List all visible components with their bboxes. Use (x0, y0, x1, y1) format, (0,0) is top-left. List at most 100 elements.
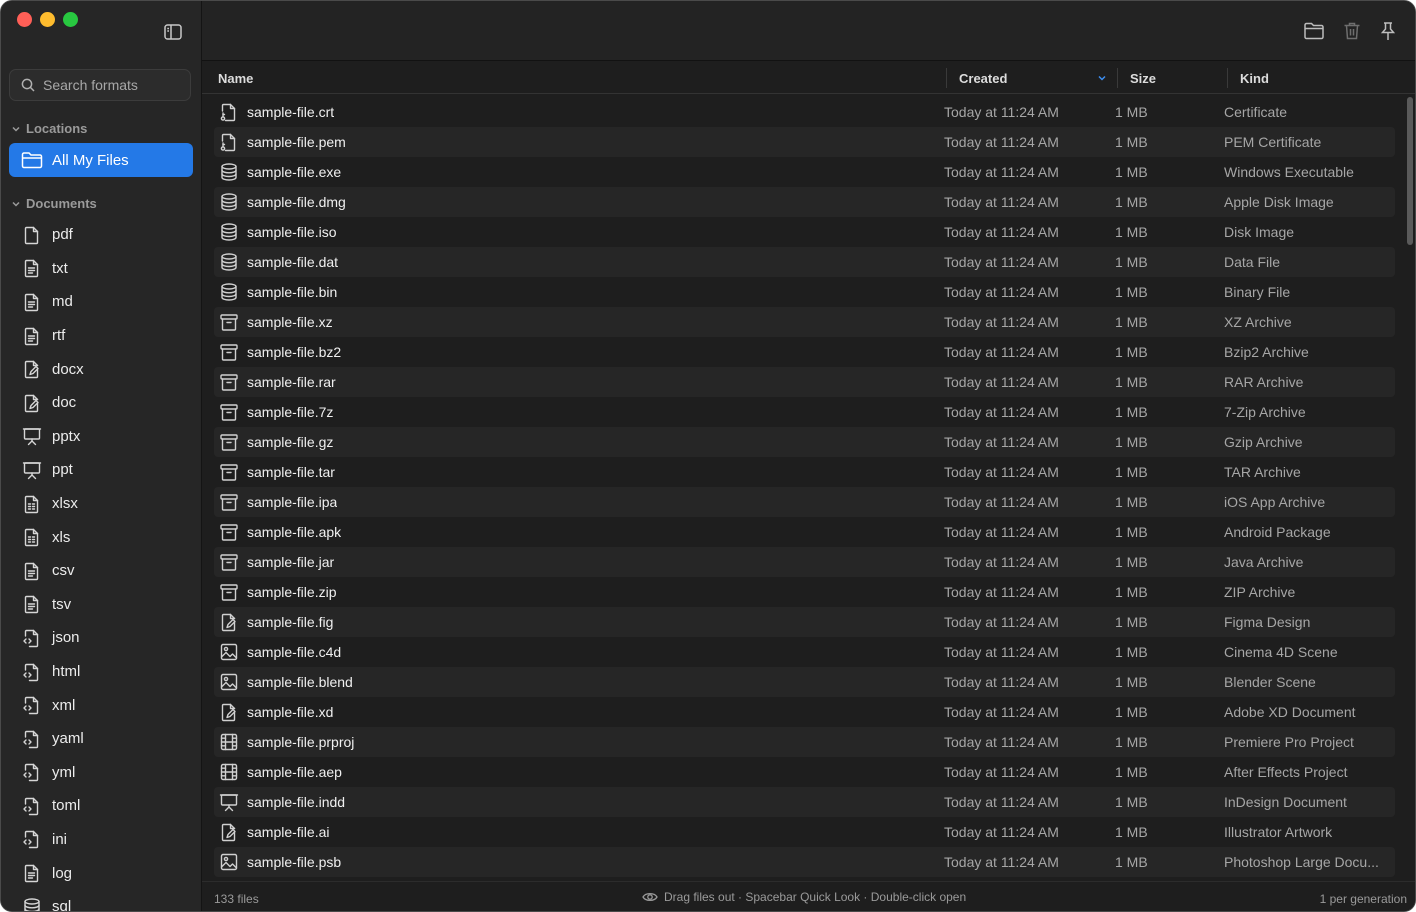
column-header-bar: Name Created Size Kind (202, 61, 1415, 94)
file-type-icon (219, 642, 239, 665)
file-row[interactable]: sample-file.exe Today at 11:24 AM 1 MB Wind… (214, 157, 1395, 187)
file-kind: After Effects Project (1224, 764, 1348, 780)
file-row[interactable]: sample-file.zip Today at 11:24 AM 1 MB ZIP … (214, 577, 1395, 607)
file-kind: Java Archive (1224, 554, 1304, 570)
file-kind: TAR Archive (1224, 464, 1301, 480)
file-row[interactable]: sample-file.gz Today at 11:24 AM 1 MB Gzip … (214, 427, 1395, 457)
sidebar-toggle-icon[interactable] (163, 22, 183, 42)
file-row[interactable]: sample-file.ai Today at 11:24 AM 1 MB Illus… (214, 817, 1395, 847)
file-name: sample-file.7z (247, 404, 334, 420)
pin-icon[interactable] (1377, 20, 1399, 42)
file-row[interactable]: sample-file.psb Today at 11:24 AM 1 MB Phot… (214, 847, 1395, 877)
file-row[interactable]: sample-file.iso Today at 11:24 AM 1 MB Disk… (214, 217, 1395, 247)
file-row[interactable]: sample-file.jar Today at 11:24 AM 1 MB Java… (214, 547, 1395, 577)
file-row[interactable]: sample-file.blend Today at 11:24 AM 1 MB Bl… (214, 667, 1395, 697)
file-name: sample-file.ipa (247, 494, 338, 510)
file-created: Today at 11:24 AM (944, 434, 1059, 450)
column-divider[interactable] (1227, 68, 1228, 88)
archive-icon (220, 344, 238, 361)
file-row[interactable]: sample-file.bin Today at 11:24 AM 1 MB Bina… (214, 277, 1395, 307)
sidebar-item-txt[interactable]: txt (1, 252, 201, 286)
file-row[interactable]: sample-file.prproj Today at 11:24 AM 1 MB P… (214, 727, 1395, 757)
file-created: Today at 11:24 AM (944, 584, 1059, 600)
sidebar-item-ppt[interactable]: ppt (1, 453, 201, 487)
sidebar-item-toml[interactable]: toml (1, 789, 201, 823)
sidebar-item-tsv[interactable]: tsv (1, 588, 201, 622)
doc-code-icon (23, 831, 39, 849)
sidebar-item-docx[interactable]: docx (1, 352, 201, 386)
sidebar-item-md[interactable]: md (1, 285, 201, 319)
file-kind: Blender Scene (1224, 674, 1316, 690)
sidebar-item-xls[interactable]: xls (1, 520, 201, 554)
file-kind: ZIP Archive (1224, 584, 1296, 600)
file-row[interactable]: sample-file.xd Today at 11:24 AM 1 MB Adobe… (214, 697, 1395, 727)
sort-chevron-down-icon[interactable] (1097, 74, 1107, 82)
file-row[interactable]: sample-file.indd Today at 11:24 AM 1 MB InD… (214, 787, 1395, 817)
doc-text-icon (24, 327, 39, 345)
sidebar-item-xml[interactable]: xml (1, 688, 201, 722)
vertical-scrollbar[interactable] (1407, 97, 1413, 245)
file-created: Today at 11:24 AM (944, 164, 1059, 180)
sidebar-item-yaml[interactable]: yaml (1, 722, 201, 756)
file-row[interactable]: sample-file.ipa Today at 11:24 AM 1 MB iOS … (214, 487, 1395, 517)
sidebar-item-pptx[interactable]: pptx (1, 420, 201, 454)
file-created: Today at 11:24 AM (944, 854, 1059, 870)
column-header-size[interactable]: Size (1130, 71, 1156, 86)
column-divider[interactable] (946, 68, 947, 88)
file-size: 1 MB (1115, 734, 1148, 750)
file-row[interactable]: sample-file.rar Today at 11:24 AM 1 MB RAR … (214, 367, 1395, 397)
sidebar-item-label: sql (52, 898, 72, 911)
sidebar-item-csv[interactable]: csv (1, 554, 201, 588)
column-header-kind[interactable]: Kind (1240, 71, 1269, 86)
file-created: Today at 11:24 AM (944, 524, 1059, 540)
file-kind: Android Package (1224, 524, 1331, 540)
sidebar-item-xlsx[interactable]: xlsx (1, 487, 201, 521)
close-window-button[interactable] (17, 12, 32, 27)
file-row[interactable]: sample-file.bz2 Today at 11:24 AM 1 MB Bzip… (214, 337, 1395, 367)
documents-section-header[interactable]: Documents (11, 196, 97, 211)
file-created: Today at 11:24 AM (944, 374, 1059, 390)
sidebar-item-sql[interactable]: sql (1, 890, 201, 911)
trash-icon[interactable] (1341, 20, 1363, 42)
column-divider[interactable] (1117, 68, 1118, 88)
search-input[interactable] (41, 76, 185, 94)
column-header-created[interactable]: Created (959, 71, 1007, 86)
file-size: 1 MB (1115, 254, 1148, 270)
minimize-window-button[interactable] (40, 12, 55, 27)
file-row[interactable]: sample-file.7z Today at 11:24 AM 1 MB 7-Zip… (214, 397, 1395, 427)
file-row[interactable]: sample-file.dat Today at 11:24 AM 1 MB Data… (214, 247, 1395, 277)
locations-section-header[interactable]: Locations (11, 121, 87, 136)
search-field[interactable] (9, 69, 191, 101)
file-row[interactable]: sample-file.c4d Today at 11:24 AM 1 MB Cine… (214, 637, 1395, 667)
sidebar-item-ini[interactable]: ini (1, 823, 201, 857)
sidebar-item-log[interactable]: log (1, 856, 201, 890)
database-icon (221, 223, 237, 241)
all-my-files-label: All My Files (52, 151, 129, 169)
file-row[interactable]: sample-file.fig Today at 11:24 AM 1 MB Figm… (214, 607, 1395, 637)
sidebar-item-pdf[interactable]: pdf (1, 218, 201, 252)
file-row[interactable]: sample-file.dmg Today at 11:24 AM 1 MB Appl… (214, 187, 1395, 217)
file-size: 1 MB (1115, 164, 1148, 180)
file-name: sample-file.exe (247, 164, 342, 180)
file-size: 1 MB (1115, 554, 1148, 570)
file-row[interactable]: sample-file.pem Today at 11:24 AM 1 MB PEM … (214, 127, 1395, 157)
sidebar-item-doc[interactable]: doc (1, 386, 201, 420)
file-row[interactable]: sample-file.tar Today at 11:24 AM 1 MB TAR … (214, 457, 1395, 487)
file-row[interactable]: sample-file.apk Today at 11:24 AM 1 MB Andr… (214, 517, 1395, 547)
column-header-name[interactable]: Name (218, 71, 253, 86)
archive-icon (220, 524, 238, 541)
file-name: sample-file.xz (247, 314, 333, 330)
sidebar-item-all-my-files[interactable]: All My Files (9, 143, 193, 177)
sidebar-item-json[interactable]: json (1, 621, 201, 655)
file-name: sample-file.gz (247, 434, 334, 450)
file-created: Today at 11:24 AM (944, 764, 1059, 780)
file-row[interactable]: sample-file.aep Today at 11:24 AM 1 MB Afte… (214, 757, 1395, 787)
sidebar-item-rtf[interactable]: rtf (1, 319, 201, 353)
file-row[interactable]: sample-file.crt Today at 11:24 AM 1 MB Cert… (214, 97, 1395, 127)
zoom-window-button[interactable] (63, 12, 78, 27)
sidebar-item-html[interactable]: html (1, 655, 201, 689)
doc-pen-icon (24, 394, 39, 412)
folder-icon[interactable] (1303, 20, 1325, 42)
sidebar-item-yml[interactable]: yml (1, 756, 201, 790)
file-row[interactable]: sample-file.xz Today at 11:24 AM 1 MB XZ Ar… (214, 307, 1395, 337)
